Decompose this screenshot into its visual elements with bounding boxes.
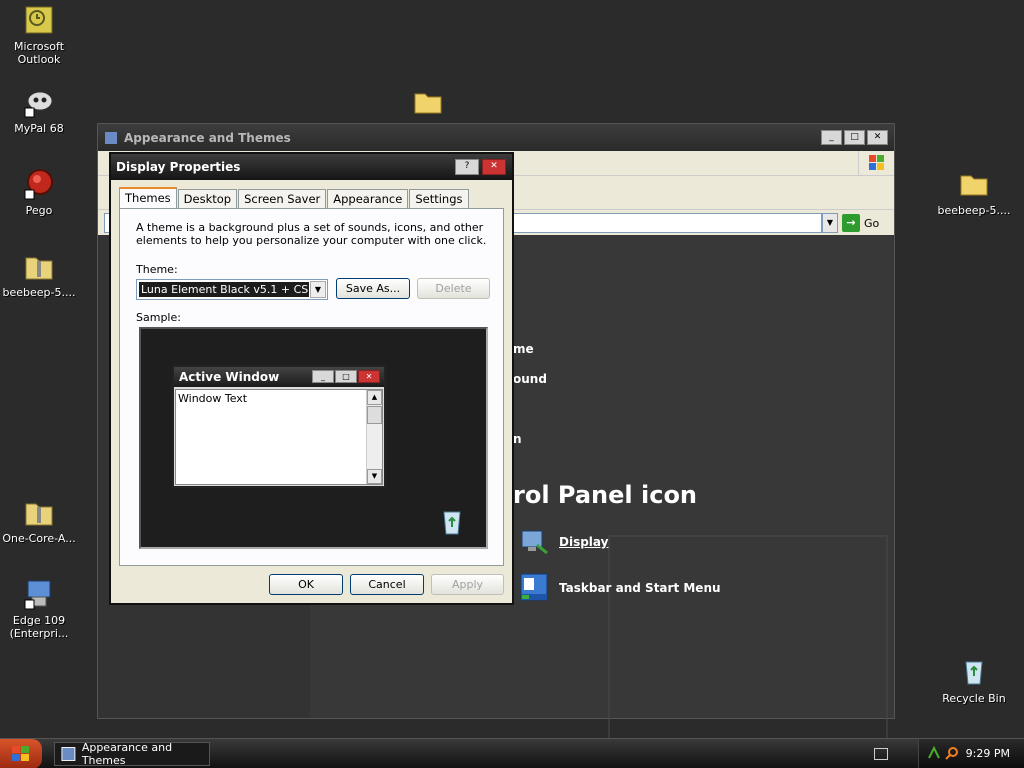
taskbar-icon (520, 573, 548, 601)
pick-task-fragment: me (513, 342, 534, 356)
pick-task-fragment: n (513, 432, 522, 446)
cancel-button[interactable]: Cancel (350, 574, 424, 595)
desktop-icon-label: beebeep-5.... (937, 204, 1011, 217)
taskbar-button-label: Appearance and Themes (81, 741, 173, 767)
minimize-button[interactable]: _ (821, 130, 842, 145)
display-link[interactable]: Display (519, 527, 608, 557)
themes-tab-panel: A theme is a background plus a set of so… (119, 208, 504, 566)
ok-button[interactable]: OK (269, 574, 343, 595)
pick-task-fragment: ound (513, 372, 547, 386)
network-icon[interactable] (927, 746, 941, 760)
explorer-titlebar[interactable]: Appearance and Themes (98, 124, 894, 151)
save-as-button[interactable]: Save As... (336, 278, 410, 299)
go-arrow-icon: → (842, 214, 860, 232)
sample-window-text: Window Text (178, 392, 248, 405)
scroll-up-icon: ▲ (367, 390, 382, 405)
chevron-down-icon[interactable]: ▼ (310, 281, 326, 298)
desktop-icon-recycle-bin[interactable]: Recycle Bin (935, 656, 1013, 705)
watermark-graphic (608, 535, 888, 768)
dialog-titlebar[interactable]: Display Properties (111, 154, 512, 180)
desktop-icon-label: Microsoft Outlook (13, 40, 65, 66)
display-icon (521, 530, 548, 555)
desktop-icon-folder-top[interactable] (389, 86, 467, 122)
delete-button[interactable]: Delete (417, 278, 490, 299)
taskbar: Appearance and Themes 9:29 PM (0, 738, 1024, 768)
recycle-bin-icon (443, 511, 461, 535)
go-button[interactable]: → Go (842, 213, 888, 233)
control-panel-icon (105, 131, 117, 144)
sample-maximize-icon: □ (335, 370, 357, 383)
desktop-icon-label: Recycle Bin (942, 692, 1006, 705)
edge-installer-icon (24, 580, 51, 610)
sample-minimize-icon: _ (312, 370, 334, 383)
pego-icon (24, 169, 53, 200)
sample-close-icon: ✕ (358, 370, 380, 383)
desktop-icon-label: Pego (25, 204, 53, 217)
sample-scrollbar: ▲ ▼ (366, 390, 382, 484)
scroll-down-icon: ▼ (367, 469, 382, 484)
taskbar-link-label: Taskbar and Start Menu (559, 581, 721, 595)
system-tray: 9:29 PM (918, 739, 1024, 768)
theme-select-value: Luna Element Black v5.1 + CSS (139, 282, 309, 297)
zip-folder-icon (25, 257, 53, 280)
desktop-icon-beebeep-folder[interactable]: beebeep-5.... (935, 168, 1013, 217)
zip-folder-icon (25, 503, 53, 526)
desktop-icon-mypal[interactable]: MyPal 68 (0, 86, 78, 135)
start-button[interactable] (0, 739, 42, 768)
folder-icon (414, 93, 442, 114)
display-properties-dialog[interactable]: Display Properties ? ✕ Themes Desktop Sc… (109, 152, 514, 605)
tab-appearance[interactable]: Appearance (327, 189, 409, 208)
taskbar-button-appearance-themes[interactable]: Appearance and Themes (54, 741, 210, 767)
taskbar-start-menu-link[interactable]: Taskbar and Start Menu (519, 572, 721, 604)
windows-logo-icon (12, 746, 29, 761)
desktop-icon-onecore-zip[interactable]: One-Core-A... (0, 496, 78, 545)
mypal-icon (24, 91, 53, 118)
sample-label: Sample: (136, 311, 181, 324)
recycle-bin-icon (965, 661, 983, 685)
theme-description: A theme is a background plus a set of so… (136, 221, 487, 247)
explorer-title: Appearance and Themes (124, 130, 291, 145)
close-button[interactable]: ✕ (867, 130, 888, 145)
tab-screen-saver[interactable]: Screen Saver (238, 189, 327, 208)
sample-active-window: Active Window _ □ ✕ Window Text ▲ ▼ (172, 365, 386, 488)
theme-sample-preview: Active Window _ □ ✕ Window Text ▲ ▼ (139, 327, 488, 549)
go-label: Go (864, 216, 880, 230)
control-panel-icon (61, 747, 76, 761)
maximize-button[interactable]: □ (844, 130, 865, 145)
outlook-icon (25, 6, 53, 34)
theme-select[interactable]: Luna Element Black v5.1 + CSS ▼ (136, 279, 328, 300)
search-icon[interactable] (945, 746, 959, 760)
tab-themes[interactable]: Themes (119, 187, 177, 208)
desktop-icon-label: Edge 109 (Enterpri... (9, 614, 69, 640)
tab-strip: Themes Desktop Screen Saver Appearance S… (119, 187, 470, 208)
windows-logo-icon (858, 151, 894, 175)
display-link-label: Display (559, 535, 609, 549)
dialog-title: Display Properties (116, 160, 241, 174)
sample-window-body: Window Text ▲ ▼ (175, 389, 383, 485)
desktop-icon-label: beebeep-5.... (2, 286, 76, 299)
scroll-thumb (367, 406, 382, 424)
dialog-close-button[interactable]: ✕ (482, 159, 506, 175)
tab-settings[interactable]: Settings (409, 189, 469, 208)
desktop-icon-edge[interactable]: Edge 109 (Enterpri... (0, 578, 78, 640)
folder-icon (960, 175, 988, 196)
desktop-icon-pego[interactable]: Pego (0, 168, 78, 217)
keyboard-icon[interactable] (874, 748, 888, 760)
apply-button[interactable]: Apply (431, 574, 504, 595)
desktop-icon-outlook[interactable]: Microsoft Outlook (0, 4, 78, 66)
theme-label: Theme: (136, 263, 178, 276)
pick-control-panel-heading: rol Panel icon (513, 481, 698, 509)
address-dropdown-button[interactable]: ▼ (822, 213, 838, 233)
help-button[interactable]: ? (455, 159, 479, 175)
desktop-icon-label: One-Core-A... (2, 532, 76, 545)
clock[interactable]: 9:29 PM (966, 747, 1010, 760)
tab-desktop[interactable]: Desktop (177, 189, 238, 208)
desktop-icon-label: MyPal 68 (14, 122, 64, 135)
desktop-icon-beebeep-zip[interactable]: beebeep-5.... (0, 250, 78, 299)
